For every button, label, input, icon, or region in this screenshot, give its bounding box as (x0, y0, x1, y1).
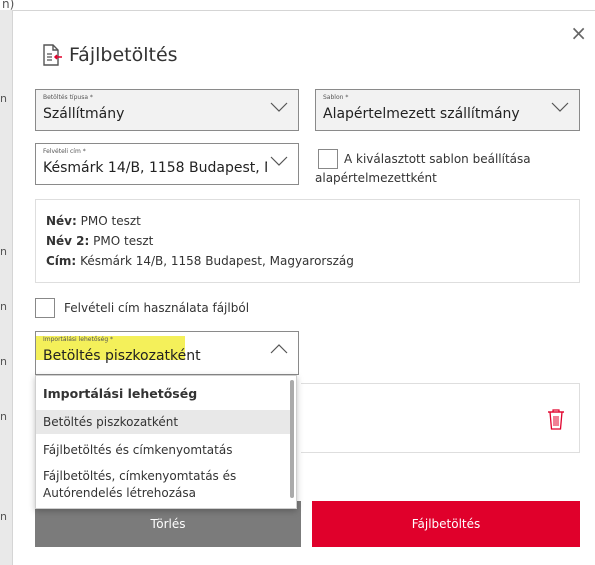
import-option-select[interactable]: Importálási lehetőség * Betöltés piszkoz… (35, 331, 299, 375)
background-top-strip (0, 0, 595, 10)
background-glyph: n (0, 410, 7, 423)
address-row: Cím: Késmárk 14/B, 1158 Budapest, Magyar… (46, 254, 354, 268)
background-glyph: n (0, 300, 7, 313)
name-value: PMO teszt (80, 214, 141, 228)
trash-icon[interactable] (547, 408, 565, 430)
load-type-label: Betöltés típusa * (43, 94, 93, 101)
name2-label: Név 2: (46, 234, 90, 248)
dropdown-option-draft[interactable]: Betöltés piszkozatként (36, 410, 290, 434)
use-file-address-checkbox[interactable] (35, 298, 55, 318)
address-label: Cím: (46, 254, 77, 268)
default-template-checkbox[interactable] (318, 149, 338, 169)
background-glyph: n (0, 92, 7, 105)
default-template-label-line1: A kiválasztott sablon beállítása (344, 152, 531, 166)
uploaded-file-card (301, 383, 580, 453)
chevron-up-icon (270, 344, 288, 354)
dropdown-option-header[interactable]: Importálási lehetőség (36, 386, 290, 401)
address-info-box: Név: PMO teszt Név 2: PMO teszt Cím: Kés… (35, 199, 580, 283)
import-option-label: Importálási lehetőség * (43, 336, 114, 343)
dropdown-scrollbar[interactable] (290, 380, 294, 498)
template-value: Alapértelmezett szállítmány (323, 106, 520, 122)
dropdown-option-auto-order-line1[interactable]: Fájlbetöltés, címkenyomtatás és (36, 469, 290, 483)
file-upload-icon (43, 44, 62, 66)
chevron-down-icon (551, 102, 569, 112)
close-icon[interactable]: × (570, 23, 587, 43)
chevron-down-icon (270, 102, 288, 112)
load-type-select[interactable]: Betöltés típusa * Szállítmány (35, 89, 299, 131)
name2-value: PMO teszt (93, 234, 154, 248)
load-type-value: Szállítmány (43, 106, 125, 122)
upload-button[interactable]: Fájlbetöltés (312, 501, 580, 547)
template-label: Sablon * (323, 94, 349, 101)
background-glyph: n (0, 510, 7, 523)
modal-header: Fájlbetöltés (39, 43, 178, 67)
address-value: Késmárk 14/B, 1158 Budapest, Magyarorszá… (80, 254, 354, 268)
use-file-address-label: Felvételi cím használata fájlból (64, 301, 250, 315)
file-upload-modal: × Fájlbetöltés Betöltés típusa * Szállít… (12, 10, 595, 565)
page-title: Fájlbetöltés (69, 44, 178, 66)
background-left-strip (0, 0, 12, 565)
import-option-value: Betöltés piszkozatként (43, 348, 201, 364)
dropdown-option-label-print[interactable]: Fájlbetöltés és címkenyomtatás (36, 443, 290, 457)
default-template-label-line2: alapértelmezettként (315, 171, 437, 185)
address-name2-row: Név 2: PMO teszt (46, 234, 153, 248)
pickup-address-select[interactable]: Felvételi cím * Késmárk 14/B, 1158 Budap… (35, 143, 299, 185)
background-glyph: n (0, 245, 7, 258)
import-option-dropdown: Importálási lehetőség Betöltés piszkozat… (35, 375, 297, 509)
dropdown-option-auto-order-line2[interactable]: Autórendelés létrehozása (36, 486, 290, 500)
name-label: Név: (46, 214, 77, 228)
template-select[interactable]: Sablon * Alapértelmezett szállítmány (315, 89, 580, 131)
pickup-address-value: Késmárk 14/B, 1158 Budapest, Ma... (43, 160, 267, 176)
address-name-row: Név: PMO teszt (46, 214, 141, 228)
background-glyph: n (0, 355, 7, 368)
chevron-down-icon (270, 156, 288, 166)
pickup-address-label: Felvételi cím * (43, 148, 86, 155)
